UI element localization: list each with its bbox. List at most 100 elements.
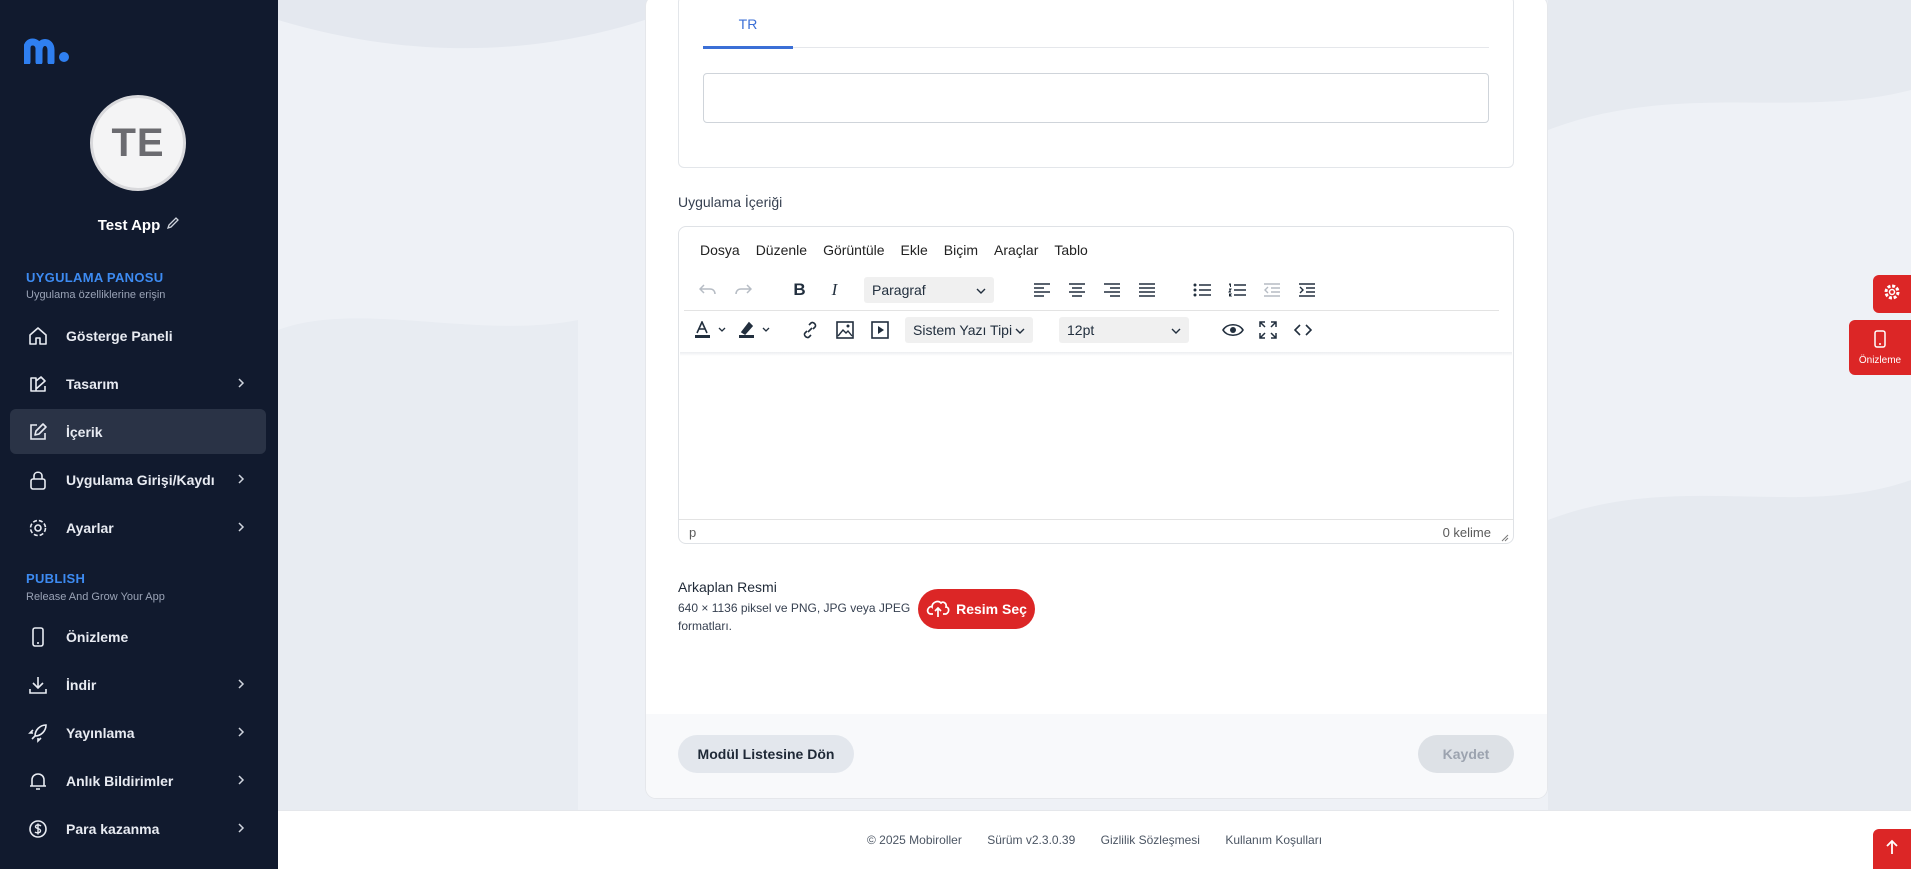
privacy-link[interactable]: Gizlilik Sözleşmesi: [1101, 833, 1200, 847]
word-count[interactable]: 0 kelime: [1443, 525, 1491, 540]
chevron-down-icon: [1015, 322, 1025, 338]
link-icon[interactable]: [792, 315, 827, 345]
title-input[interactable]: [703, 73, 1489, 123]
back-to-modules-button[interactable]: Modül Listesine Dön: [678, 735, 854, 773]
block-format-select[interactable]: Paragraf: [864, 277, 994, 303]
editor-menubar: Dosya Düzenle Görüntüle Ekle Biçim Araçl…: [700, 242, 1104, 258]
fullscreen-icon[interactable]: [1250, 315, 1285, 345]
section-title-publish: PUBLISH: [26, 571, 86, 586]
menu-tools[interactable]: Araçlar: [994, 242, 1038, 258]
sidebar-item-label: Ayarlar: [66, 519, 114, 536]
toolbar-separator: [684, 310, 1499, 311]
font-size-select[interactable]: 12pt: [1059, 317, 1189, 343]
bell-icon: [26, 769, 50, 793]
section-title-dashboard: UYGULAMA PANOSU: [26, 270, 164, 285]
indent-icon[interactable]: [1289, 275, 1324, 305]
bold-icon[interactable]: B: [782, 275, 817, 305]
terms-link[interactable]: Kullanım Koşulları: [1225, 833, 1322, 847]
save-button[interactable]: Kaydet: [1418, 735, 1514, 773]
editor-toolbar-row-2: Sistem Yazı Tipi 12pt: [690, 313, 1320, 347]
menu-edit[interactable]: Düzenle: [756, 242, 807, 258]
text-color-icon[interactable]: [690, 315, 734, 345]
sidebar-item-label: Uygulama Girişi/Kaydı: [66, 471, 215, 488]
align-justify-icon[interactable]: [1129, 275, 1164, 305]
chevron-right-icon: [236, 677, 246, 694]
italic-icon[interactable]: I: [817, 275, 852, 305]
sidebar-item-label: Önizleme: [66, 628, 129, 645]
element-path[interactable]: p: [689, 525, 696, 540]
chevron-right-icon: [236, 520, 246, 537]
numbered-list-icon[interactable]: [1219, 275, 1254, 305]
resize-handle-icon[interactable]: [1499, 530, 1509, 545]
mobiroller-logo[interactable]: [23, 36, 70, 69]
align-right-icon[interactable]: [1094, 275, 1129, 305]
preview-eye-icon[interactable]: [1215, 315, 1250, 345]
font-family-value: Sistem Yazı Tipi: [913, 322, 1013, 338]
select-image-button[interactable]: Resim Seç: [918, 589, 1035, 629]
footer-links: © 2025 Mobiroller Sürüm v2.3.0.39 Gizlil…: [278, 833, 1911, 847]
menu-table[interactable]: Tablo: [1054, 242, 1087, 258]
bullet-list-icon[interactable]: [1184, 275, 1219, 305]
arrow-up-icon: [1885, 839, 1899, 860]
palette-icon: [26, 372, 50, 396]
sidebar-item-download[interactable]: İndir: [10, 662, 266, 707]
toolbar-shadow: [680, 352, 1512, 356]
upload-cloud-icon: [926, 598, 950, 621]
editor-statusbar: p 0 kelime: [679, 519, 1513, 543]
sidebar-item-app-login[interactable]: Uygulama Girişi/Kaydı: [10, 457, 266, 502]
home-icon: [26, 324, 50, 348]
select-image-label: Resim Seç: [956, 601, 1027, 617]
sidebar-item-design[interactable]: Tasarım: [10, 361, 266, 406]
section-subtitle-dashboard: Uygulama özelliklerine erişin: [26, 289, 166, 301]
menu-insert[interactable]: Ekle: [901, 242, 928, 258]
source-code-icon[interactable]: [1285, 315, 1320, 345]
scroll-to-top-button[interactable]: [1873, 829, 1911, 869]
sidebar-item-preview[interactable]: Önizleme: [10, 614, 266, 659]
tab-tr[interactable]: TR: [703, 16, 793, 32]
chevron-right-icon: [236, 725, 246, 742]
image-icon[interactable]: [827, 315, 862, 345]
chevron-right-icon: [236, 773, 246, 790]
sidebar-item-label: Yayınlama: [66, 724, 135, 741]
media-icon[interactable]: [862, 315, 897, 345]
copyright: © 2025 Mobiroller: [866, 833, 962, 847]
chevron-right-icon: [236, 821, 246, 838]
tab-active-indicator: [703, 46, 793, 49]
highlight-color-icon[interactable]: [734, 315, 778, 345]
align-left-icon[interactable]: [1024, 275, 1059, 305]
undo-icon[interactable]: [690, 275, 725, 305]
block-format-value: Paragraf: [872, 282, 926, 298]
page-footer: © 2025 Mobiroller Sürüm v2.3.0.39 Gizlil…: [278, 810, 1911, 869]
sidebar-item-push-notifications[interactable]: Anlık Bildirimler: [10, 758, 266, 803]
background-image-description: 640 × 1136 piksel ve PNG, JPG veya JPEG …: [678, 601, 911, 633]
outdent-icon[interactable]: [1254, 275, 1289, 305]
content-label: Uygulama İçeriği: [678, 194, 783, 210]
floating-preview-button[interactable]: Önizleme: [1849, 320, 1911, 375]
menu-format[interactable]: Biçim: [944, 242, 978, 258]
sidebar-item-content[interactable]: İçerik: [10, 409, 266, 454]
pencil-icon[interactable]: [166, 216, 180, 234]
align-center-icon[interactable]: [1059, 275, 1094, 305]
lock-icon: [26, 468, 50, 492]
sidebar-item-monetization[interactable]: Para kazanma: [10, 806, 266, 851]
floating-preview-label: Önizleme: [1858, 354, 1902, 366]
download-icon: [26, 673, 50, 697]
version: Sürüm v2.3.0.39: [987, 833, 1076, 847]
phone-icon: [26, 625, 50, 649]
menu-view[interactable]: Görüntüle: [823, 242, 884, 258]
sidebar-item-publishing[interactable]: Yayınlama: [10, 710, 266, 755]
section-subtitle-publish: Release And Grow Your App: [26, 591, 165, 603]
sidebar-item-dashboard[interactable]: Gösterge Paneli: [10, 313, 266, 358]
sidebar-item-label: Gösterge Paneli: [66, 327, 173, 344]
sidebar-item-settings[interactable]: Ayarlar: [10, 505, 266, 550]
redo-icon[interactable]: [725, 275, 760, 305]
avatar[interactable]: TE: [90, 95, 186, 191]
sidebar-item-label: Tasarım: [66, 375, 119, 392]
font-size-value: 12pt: [1067, 322, 1095, 338]
menu-file[interactable]: Dosya: [700, 242, 740, 258]
font-family-select[interactable]: Sistem Yazı Tipi: [905, 317, 1033, 343]
sidebar: TE Test App UYGULAMA PANOSU Uygulama öze…: [0, 0, 278, 869]
floating-settings-button[interactable]: [1873, 275, 1911, 313]
app-name: Test App: [0, 216, 278, 234]
chevron-down-icon: [1171, 322, 1181, 338]
